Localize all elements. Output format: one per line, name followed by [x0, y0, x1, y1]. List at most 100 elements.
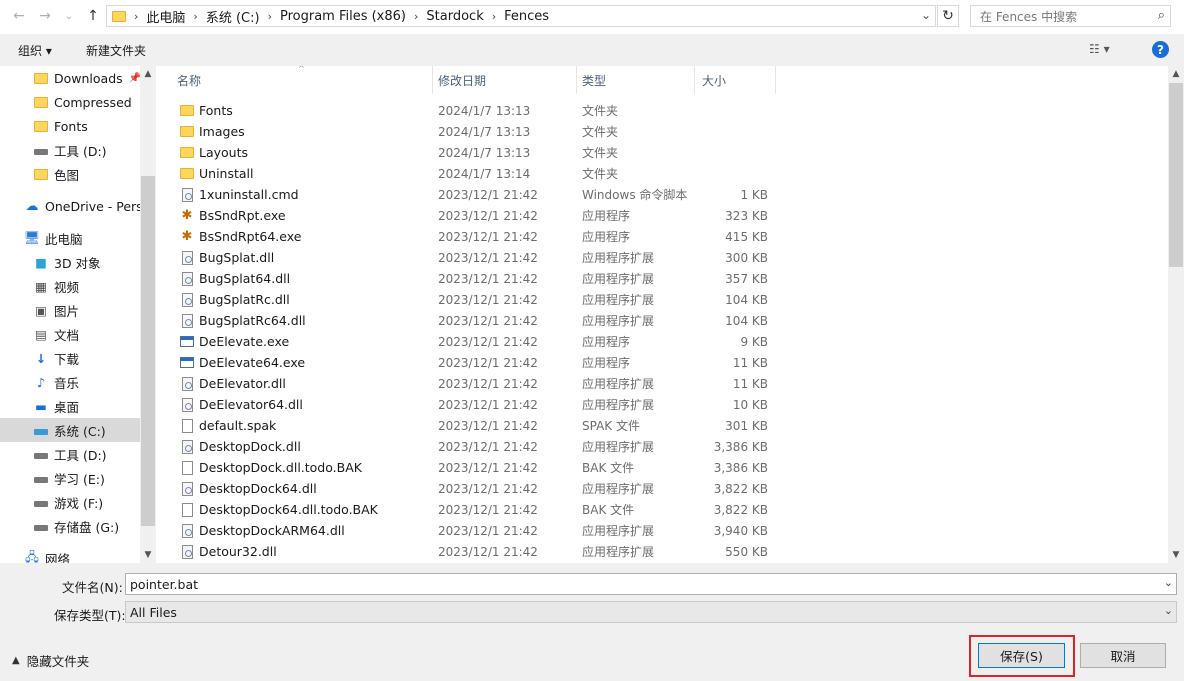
nav-item-drive-c[interactable]: 系统 (C:): [0, 418, 140, 442]
column-header-date[interactable]: 修改日期: [433, 66, 577, 94]
file-row[interactable]: DeElevate.exe 2023/12/1 21:42 应用程序 9 KB: [160, 331, 1168, 352]
hide-folders-toggle[interactable]: ▲ 隐藏文件夹: [12, 651, 89, 670]
breadcrumb-item[interactable]: 此电脑: [146, 7, 185, 26]
sort-ascending-icon: ^: [298, 66, 305, 73]
filetype-select[interactable]: All Files ⌄: [125, 601, 1177, 623]
nav-item-pictures[interactable]: ▣ 图片: [0, 298, 140, 322]
file-list-scrollbar[interactable]: ▲ ▼: [1168, 66, 1184, 563]
file-row[interactable]: Detour32.dll 2023/12/1 21:42 应用程序扩展 550 KB: [160, 541, 1168, 562]
up-arrow-icon[interactable]: ↑: [84, 7, 102, 25]
breadcrumb-item[interactable]: 系统 (C:): [206, 7, 260, 26]
file-date: 2023/12/1 21:42: [438, 544, 538, 559]
nav-item-music[interactable]: ♪ 音乐: [0, 370, 140, 394]
file-row[interactable]: Images 2024/1/7 13:13 文件夹: [160, 121, 1168, 142]
filename-label: 文件名(N):: [62, 580, 123, 595]
recent-dropdown-icon[interactable]: ⌄: [60, 7, 78, 25]
scroll-up-icon[interactable]: ▲: [1168, 66, 1184, 82]
command-toolbar: 组织 ▾ 新建文件夹 ☷ ▾ ?: [0, 34, 1184, 66]
chevron-down-icon[interactable]: ⌄: [921, 8, 931, 22]
nav-item-downloads-pc[interactable]: ↓ 下载: [0, 346, 140, 370]
file-size: 104 KB: [725, 313, 768, 328]
drive-icon: [33, 446, 49, 462]
scroll-down-icon[interactable]: ▼: [1168, 547, 1184, 563]
nav-item-label: 学习 (E:): [54, 471, 105, 487]
file-row[interactable]: Fonts 2024/1/7 13:13 文件夹: [160, 100, 1168, 121]
file-row[interactable]: DesktopDockARM64.dll 2023/12/1 21:42 应用程序扩…: [160, 520, 1168, 541]
file-row[interactable]: DeElevator64.dll 2023/12/1 21:42 应用程序扩展 10 …: [160, 394, 1168, 415]
file-row[interactable]: DesktopDock64.dll.todo.BAK 2023/12/1 21:4…: [160, 499, 1168, 520]
file-row[interactable]: BugSplatRc.dll 2023/12/1 21:42 应用程序扩展 104 K…: [160, 289, 1168, 310]
nav-item-drive-f[interactable]: 游戏 (F:): [0, 490, 140, 514]
dll-icon: [180, 397, 194, 412]
file-row[interactable]: DesktopDock64.dll 2023/12/1 21:42 应用程序扩展 3,…: [160, 478, 1168, 499]
file-name: DesktopDock64.dll.todo.BAK: [180, 499, 378, 520]
forward-arrow-icon[interactable]: →: [36, 7, 54, 25]
file-row[interactable]: DesktopDock.dll 2023/12/1 21:42 应用程序扩展 3,38…: [160, 436, 1168, 457]
column-header-name[interactable]: 名称 ^: [160, 66, 433, 94]
nav-item-setu[interactable]: 色图: [0, 162, 140, 186]
cancel-button[interactable]: 取消: [1080, 643, 1166, 668]
nav-item-videos[interactable]: ▦ 视频: [0, 274, 140, 298]
nav-item-onedrive[interactable]: ☁ OneDrive - Perso: [0, 194, 151, 218]
file-row[interactable]: DesktopDock.dll.todo.BAK 2023/12/1 21:42 B…: [160, 457, 1168, 478]
chevron-down-icon[interactable]: ⌄: [1164, 576, 1173, 589]
nav-item-downloads[interactable]: Downloads 📌: [0, 66, 141, 90]
file-row[interactable]: DeElevate64.exe 2023/12/1 21:42 应用程序 11 KB: [160, 352, 1168, 373]
nav-scrollbar[interactable]: ▲ ▼: [140, 66, 156, 563]
chevron-right-icon: ›: [414, 9, 419, 23]
view-options-icon[interactable]: ☷ ▾: [1089, 42, 1110, 56]
nav-item-this-pc[interactable]: 🖥 此电脑: [0, 226, 140, 250]
dll-icon: [180, 376, 194, 391]
folder-icon: [112, 10, 126, 22]
file-row[interactable]: 1xuninstall.cmd 2023/12/1 21:42 Windows 命令…: [160, 184, 1168, 205]
nav-scroll-thumb[interactable]: [141, 176, 155, 526]
new-folder-button[interactable]: 新建文件夹: [86, 42, 146, 59]
file-row[interactable]: BugSplatRc64.dll 2023/12/1 21:42 应用程序扩展 104…: [160, 310, 1168, 331]
file-row[interactable]: Layouts 2024/1/7 13:13 文件夹: [160, 142, 1168, 163]
file-date: 2023/12/1 21:42: [438, 271, 538, 286]
video-icon: ▦: [35, 278, 47, 294]
nav-item-drive-d[interactable]: 工具 (D:): [0, 442, 140, 466]
file-type: 应用程序: [582, 356, 631, 370]
nav-item-desktop[interactable]: ▬ 桌面: [0, 394, 140, 418]
scroll-up-icon[interactable]: ▲: [140, 66, 156, 82]
help-icon[interactable]: ?: [1152, 41, 1169, 58]
column-header-type[interactable]: 类型: [577, 66, 695, 94]
nav-item-documents[interactable]: ▤ 文档: [0, 322, 140, 346]
chevron-down-icon[interactable]: ⌄: [1164, 604, 1173, 617]
nav-item-label: 存储盘 (G:): [54, 519, 120, 535]
address-field[interactable]: › 此电脑 › 系统 (C:) › Program Files (x86) › …: [106, 5, 936, 27]
file-name: Fonts: [180, 100, 233, 121]
nav-item-fonts[interactable]: Fonts: [0, 114, 140, 138]
nav-item-network[interactable]: 🖧 网络: [0, 546, 140, 564]
nav-item-drive-d-quick[interactable]: 工具 (D:): [0, 138, 140, 162]
save-button[interactable]: 保存(S): [978, 643, 1065, 668]
file-row[interactable]: ✱ BsSndRpt64.exe 2023/12/1 21:42 应用程序 415 KB: [160, 226, 1168, 247]
navigation-pane: Downloads 📌 Compressed Fonts 工具 (D:) 色图 …: [0, 66, 156, 563]
breadcrumb-item[interactable]: Stardock: [426, 9, 483, 24]
folder-icon: [180, 125, 194, 139]
file-name: ✱ BsSndRpt.exe: [180, 205, 286, 226]
back-arrow-icon[interactable]: ←: [10, 7, 28, 25]
column-header-size[interactable]: 大小: [695, 66, 776, 94]
nav-item-drive-g[interactable]: 存储盘 (G:): [0, 514, 140, 538]
file-row[interactable]: BugSplat.dll 2023/12/1 21:42 应用程序扩展 300 KB: [160, 247, 1168, 268]
nav-item-compressed[interactable]: Compressed: [0, 90, 140, 114]
breadcrumb-item[interactable]: Program Files (x86): [280, 9, 406, 24]
file-size: 301 KB: [725, 418, 768, 433]
save-form-area: 文件名(N): pointer.bat ⌄ 保存类型(T): All Files…: [0, 563, 1184, 681]
file-row[interactable]: DeElevator.dll 2023/12/1 21:42 应用程序扩展 11 KB: [160, 373, 1168, 394]
file-row[interactable]: Uninstall 2024/1/7 13:14 文件夹: [160, 163, 1168, 184]
nav-item-3d-objects[interactable]: ■ 3D 对象: [0, 250, 140, 274]
nav-item-drive-e[interactable]: 学习 (E:): [0, 466, 140, 490]
file-row[interactable]: default.spak 2023/12/1 21:42 SPAK 文件 301 KB: [160, 415, 1168, 436]
file-row[interactable]: BugSplat64.dll 2023/12/1 21:42 应用程序扩展 357 K…: [160, 268, 1168, 289]
search-input[interactable]: 在 Fences 中搜索 ⌕: [970, 5, 1171, 27]
organize-button[interactable]: 组织 ▾: [18, 42, 52, 59]
filename-input[interactable]: pointer.bat ⌄: [125, 573, 1177, 595]
file-list-scroll-thumb[interactable]: [1169, 83, 1183, 267]
file-row[interactable]: ✱ BsSndRpt.exe 2023/12/1 21:42 应用程序 323 KB: [160, 205, 1168, 226]
breadcrumb-item[interactable]: Fences: [504, 9, 549, 24]
scroll-down-icon[interactable]: ▼: [140, 547, 156, 563]
refresh-icon[interactable]: ↻: [937, 5, 959, 27]
